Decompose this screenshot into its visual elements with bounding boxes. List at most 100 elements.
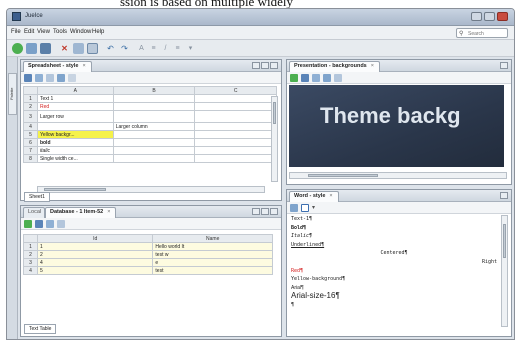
spreadsheet-tab[interactable]: Spreadsheet - style × — [23, 61, 92, 72]
cell[interactable] — [112, 94, 196, 103]
cell[interactable] — [112, 130, 196, 139]
panel-maximize-button[interactable] — [261, 62, 269, 69]
menu-help[interactable]: Help — [92, 29, 104, 35]
cell[interactable]: italic — [36, 146, 114, 155]
database-prev-tab[interactable]: Local — [23, 207, 46, 218]
word-vertical-scrollbar[interactable] — [501, 215, 508, 327]
word-dropdown-icon[interactable]: ▾ — [312, 204, 320, 212]
column-header[interactable]: Id — [36, 234, 154, 243]
db-refresh-icon[interactable] — [46, 220, 54, 228]
cell[interactable]: Hello world It — [152, 242, 273, 251]
slide-copy-icon[interactable] — [312, 74, 320, 82]
redo-icon[interactable]: ↷ — [119, 43, 130, 54]
cell[interactable]: test w — [152, 250, 273, 259]
new-icon[interactable] — [12, 43, 23, 54]
menu-view[interactable]: View — [37, 29, 50, 35]
text-table-tab[interactable]: Text Table — [24, 324, 57, 334]
sheet-format-icon[interactable] — [57, 74, 65, 82]
cell[interactable]: 2 — [36, 250, 154, 259]
cell[interactable] — [112, 138, 196, 147]
column-header[interactable]: A — [36, 86, 114, 95]
minimize-button[interactable] — [471, 12, 482, 21]
open-icon[interactable] — [26, 43, 37, 54]
sheet-more-icon[interactable] — [68, 74, 76, 82]
panel-close-button[interactable] — [270, 62, 278, 69]
cell[interactable] — [36, 122, 114, 131]
palette-tab[interactable]: Palette — [8, 73, 17, 115]
panel-maximize-button[interactable] — [500, 192, 508, 199]
sheet-tab[interactable]: Sheet1 — [24, 192, 50, 202]
slide-canvas[interactable]: Theme backg — [289, 85, 504, 167]
cell[interactable]: Yellow backgr... — [36, 130, 114, 139]
cut-icon[interactable]: ✕ — [59, 43, 70, 54]
menu-window[interactable]: Window — [70, 29, 91, 35]
word-format-icon[interactable] — [301, 204, 309, 212]
close-tab-icon[interactable]: × — [82, 63, 85, 69]
slide-new-icon[interactable] — [290, 74, 298, 82]
sheet-paste-icon[interactable] — [46, 74, 54, 82]
slide-layout-icon[interactable] — [323, 74, 331, 82]
cell[interactable] — [112, 154, 196, 163]
search-input[interactable] — [468, 30, 506, 37]
save-icon[interactable] — [40, 43, 51, 54]
column-header[interactable]: Name — [152, 234, 273, 243]
cell[interactable] — [194, 146, 277, 155]
close-tab-icon[interactable]: × — [371, 63, 374, 69]
cell[interactable]: Single width ce... — [36, 154, 114, 163]
copy-icon[interactable] — [73, 43, 84, 54]
cell[interactable]: bold — [36, 138, 114, 147]
db-save-icon[interactable] — [35, 220, 43, 228]
cell[interactable] — [194, 130, 277, 139]
italic-icon[interactable]: ≡ — [148, 43, 159, 54]
scroll-thumb[interactable] — [273, 102, 276, 124]
cell[interactable] — [194, 122, 277, 131]
cell[interactable]: 4 — [36, 258, 154, 267]
cell[interactable]: Red — [36, 102, 114, 111]
menu-tools[interactable]: Tools — [53, 29, 67, 35]
cell[interactable]: Text 1 — [36, 94, 114, 103]
cell[interactable] — [112, 102, 196, 111]
cell[interactable]: test — [152, 266, 273, 275]
bold-icon[interactable]: A — [136, 43, 147, 54]
cell[interactable]: e — [152, 258, 273, 267]
align-icon[interactable]: / — [160, 43, 171, 54]
word-document[interactable]: Text-1¶ Bold¶ Italic¶ Underlined¶ Center… — [289, 215, 497, 323]
menu-file[interactable]: File — [11, 29, 21, 35]
scroll-thumb[interactable] — [503, 224, 506, 258]
cell[interactable] — [112, 146, 196, 155]
paste-icon[interactable] — [87, 43, 98, 54]
slide-play-icon[interactable] — [334, 74, 342, 82]
panel-close-button[interactable] — [270, 208, 278, 215]
db-filter-icon[interactable] — [57, 220, 65, 228]
sheet-save-icon[interactable] — [24, 74, 32, 82]
cell[interactable] — [194, 102, 277, 111]
menu-edit[interactable]: Edit — [24, 29, 34, 35]
sheet-copy-icon[interactable] — [35, 74, 43, 82]
maximize-button[interactable] — [484, 12, 495, 21]
cell[interactable]: Larger column — [112, 122, 196, 131]
cell[interactable]: Larger row — [36, 110, 114, 123]
cell[interactable] — [112, 110, 196, 123]
cell[interactable] — [194, 154, 277, 163]
column-header[interactable]: B — [112, 86, 196, 95]
list-icon[interactable]: ≡ — [172, 43, 183, 54]
panel-maximize-button[interactable] — [261, 208, 269, 215]
cell[interactable]: 1 — [36, 242, 154, 251]
panel-maximize-button[interactable] — [500, 62, 508, 69]
scroll-thumb[interactable] — [44, 188, 106, 191]
column-header[interactable]: C — [194, 86, 277, 95]
close-button[interactable] — [497, 12, 508, 21]
undo-icon[interactable]: ↶ — [105, 43, 116, 54]
more-icon[interactable]: ▾ — [185, 43, 196, 54]
presentation-horizontal-scrollbar[interactable] — [289, 172, 507, 179]
presentation-tab[interactable]: Presentation - backgrounds × — [289, 61, 380, 72]
word-style-icon[interactable] — [290, 204, 298, 212]
close-tab-icon[interactable]: × — [329, 193, 332, 199]
spreadsheet-horizontal-scrollbar[interactable] — [37, 186, 265, 193]
panel-minimize-button[interactable] — [252, 208, 260, 215]
close-tab-icon[interactable]: × — [107, 209, 110, 215]
cell[interactable] — [194, 94, 277, 103]
spreadsheet-vertical-scrollbar[interactable] — [271, 96, 278, 182]
slide-save-icon[interactable] — [301, 74, 309, 82]
word-tab[interactable]: Word - style × — [289, 191, 339, 202]
